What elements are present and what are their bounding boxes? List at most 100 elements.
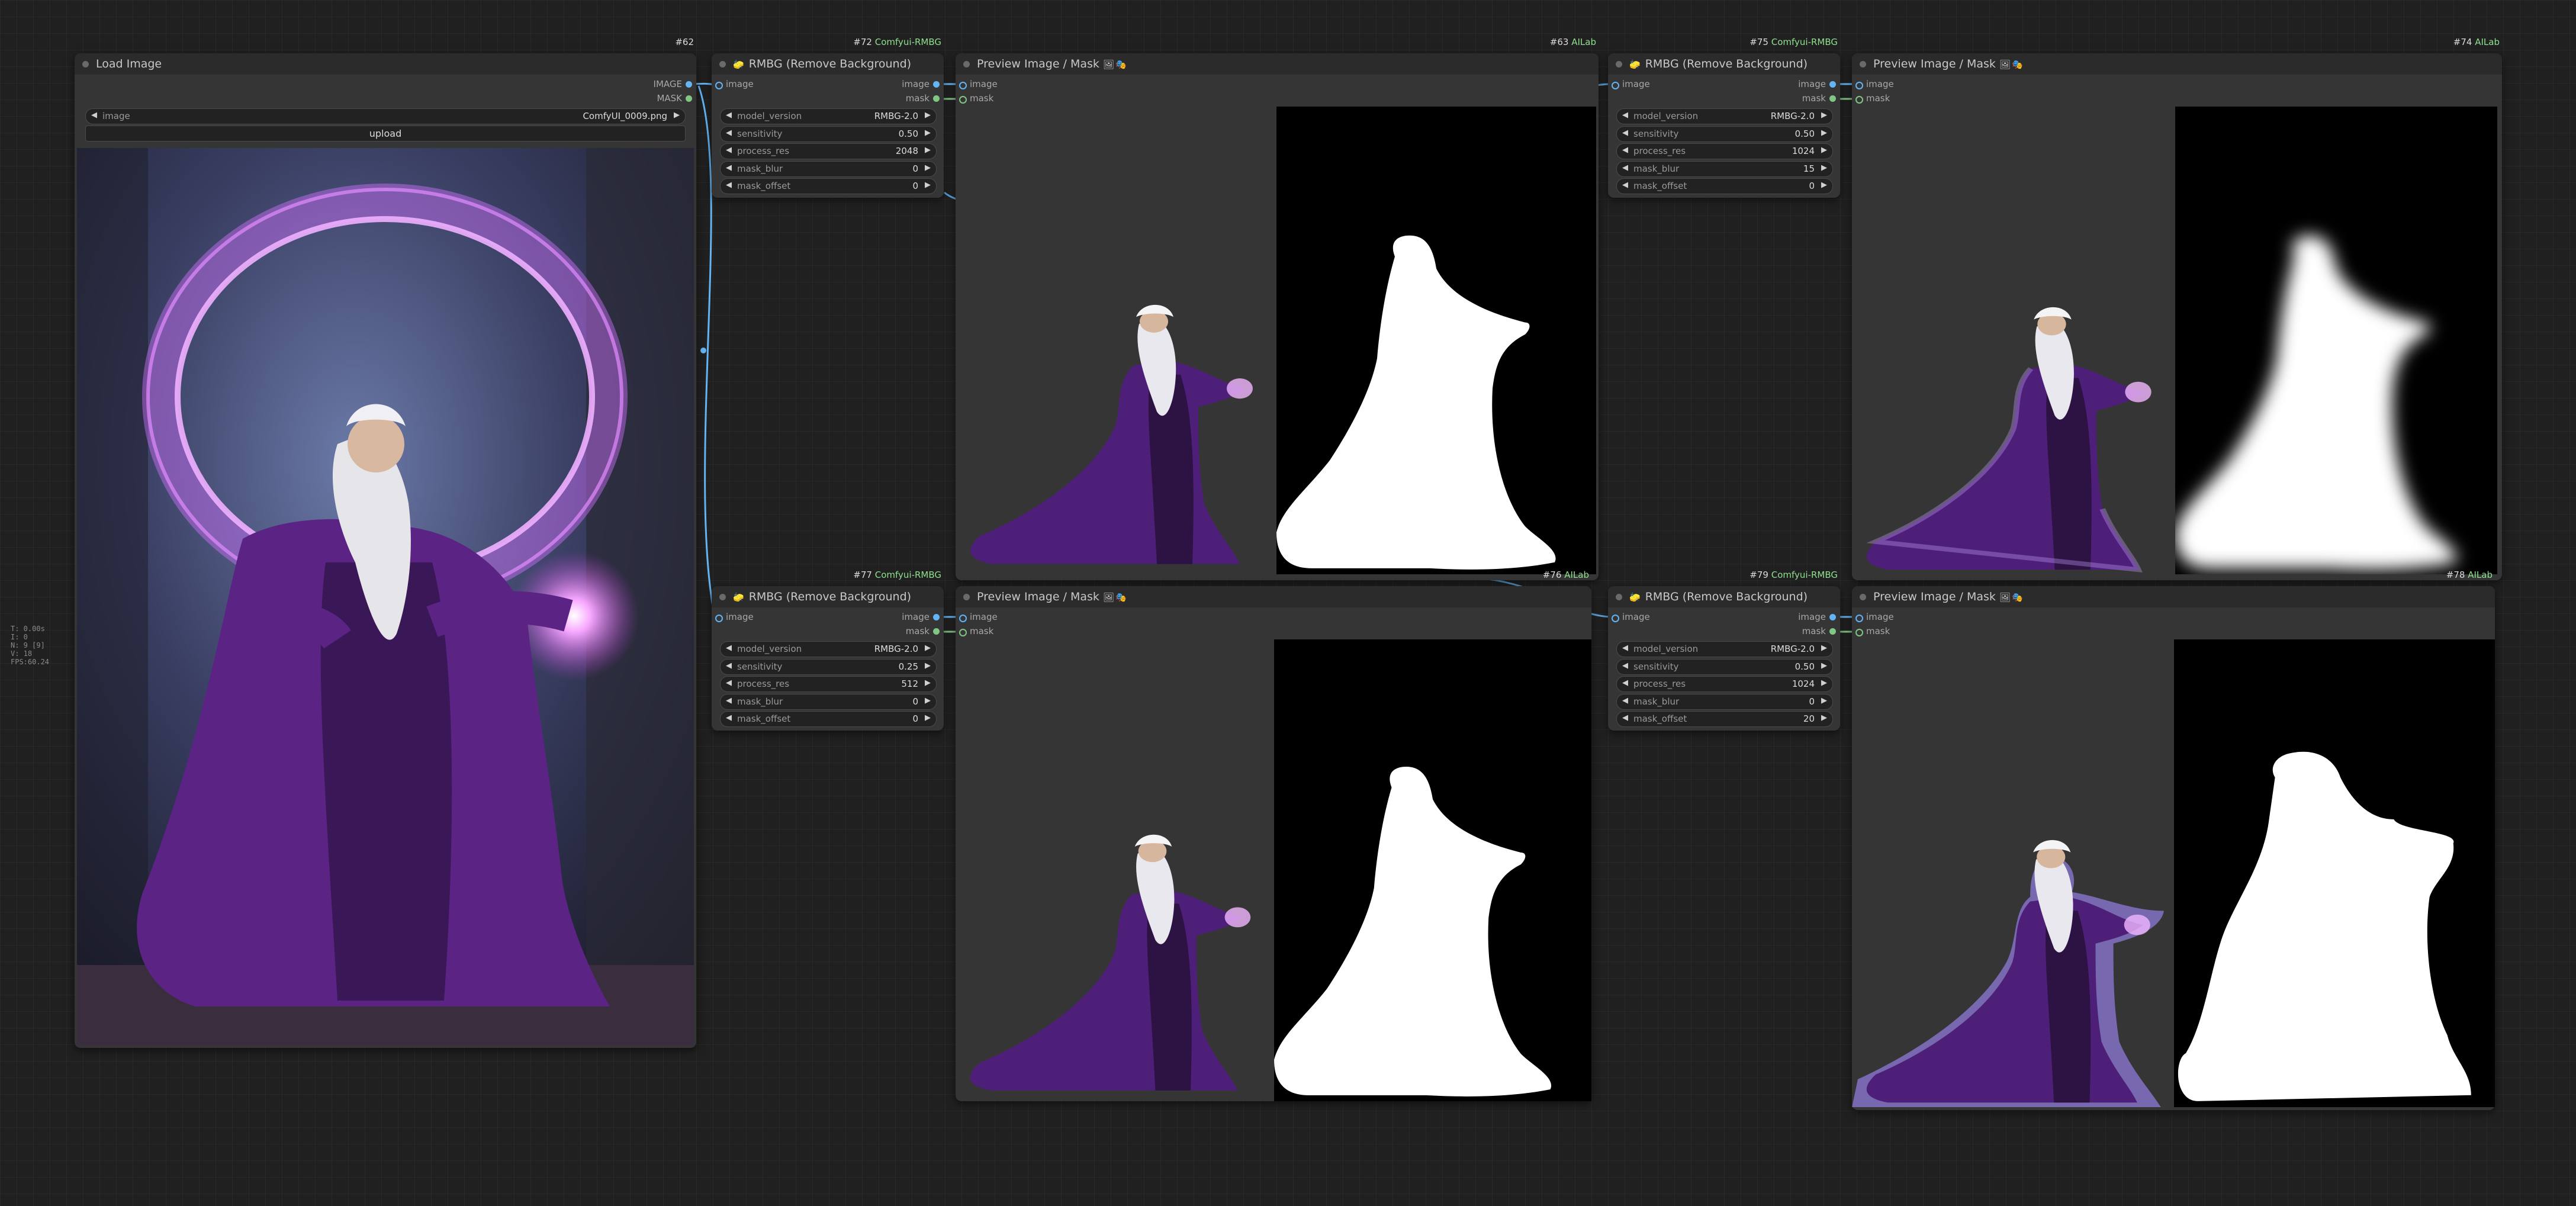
preview-node-78[interactable]: #78 AILab Preview Image / Mask 🖼 🎭 image mask [1852,570,2495,1110]
arrow-right-icon[interactable]: ▶ [925,713,931,722]
arrow-left-icon[interactable]: ◀ [726,661,732,670]
widget-model-version[interactable]: ◀ model_version RMBG-2.0 ▶ [720,641,937,657]
collapse-dot-icon[interactable] [719,61,726,67]
input-slot-image[interactable] [1855,615,1863,622]
collapse-dot-icon[interactable] [1616,594,1622,600]
widget-process-res[interactable]: ◀ process_res 512 ▶ [720,676,937,692]
output-slot-mask[interactable] [933,95,940,102]
input-slot-mask[interactable] [1855,629,1863,636]
preview-node-63[interactable]: #63 AILab Preview Image / Mask 🖼 🎭 image mask [956,37,1599,580]
collapse-dot-icon[interactable] [82,61,89,67]
input-slot-image[interactable] [1612,615,1619,622]
output-slot-mask[interactable] [1829,95,1836,102]
arrow-right-icon[interactable]: ▶ [925,644,931,652]
collapse-dot-icon[interactable] [719,594,726,600]
input-slot-image[interactable] [715,82,723,89]
widget-mask-offset[interactable]: ◀ mask_offset 20 ▶ [1616,711,1833,727]
arrow-right-icon[interactable]: ▶ [1821,128,1827,137]
node-title-bar[interactable]: Preview Image / Mask 🖼 🎭 [1852,586,2495,607]
arrow-left-icon[interactable]: ◀ [91,111,97,120]
output-slot-image[interactable] [1829,614,1836,620]
output-slot-image[interactable] [933,614,940,620]
collapse-dot-icon[interactable] [1860,594,1866,600]
input-slot-image[interactable] [959,615,967,622]
node-title-bar[interactable]: Preview Image / Mask 🖼 🎭 [1852,53,2502,75]
arrow-right-icon[interactable]: ▶ [925,696,931,705]
rmbg-node-77[interactable]: #77 Comfyui-RMBG 🧽 RMBG (Remove Background… [712,570,944,731]
image-combo-widget[interactable]: ◀ image ComfyUI_0009.png ▶ [85,108,686,124]
node-title-bar[interactable]: Load Image [75,53,696,75]
arrow-left-icon[interactable]: ◀ [726,678,732,687]
arrow-right-icon[interactable]: ▶ [1821,163,1827,172]
widget-model-version[interactable]: ◀ model_version RMBG-2.0 ▶ [1616,108,1833,124]
arrow-left-icon[interactable]: ◀ [726,163,732,172]
arrow-right-icon[interactable]: ▶ [1821,111,1827,120]
output-slot-image[interactable] [1829,81,1836,88]
widget-mask-offset[interactable]: ◀ mask_offset 0 ▶ [720,178,937,194]
widget-mask-offset[interactable]: ◀ mask_offset 0 ▶ [1616,178,1833,194]
node-title-bar[interactable]: Preview Image / Mask 🖼 🎭 [956,53,1599,75]
widget-process-res[interactable]: ◀ process_res 2048 ▶ [720,143,937,159]
preview-node-76[interactable]: #76 AILab Preview Image / Mask 🖼 🎭 image mask [956,570,1591,1101]
arrow-left-icon[interactable]: ◀ [1622,696,1628,705]
preview-node-74[interactable]: #74 AILab Preview Image / Mask 🖼 🎭 image mask [1852,37,2502,580]
node-title-bar[interactable]: Preview Image / Mask 🖼 🎭 [956,586,1591,607]
arrow-left-icon[interactable]: ◀ [1622,713,1628,722]
widget-process-res[interactable]: ◀ process_res 1024 ▶ [1616,676,1833,692]
input-slot-mask[interactable] [959,96,967,104]
input-slot-image[interactable] [715,615,723,622]
collapse-dot-icon[interactable] [1860,61,1866,67]
arrow-right-icon[interactable]: ▶ [1821,181,1827,189]
output-slot-mask[interactable] [1829,628,1836,635]
arrow-left-icon[interactable]: ◀ [726,111,732,120]
widget-mask-blur[interactable]: ◀ mask_blur 0 ▶ [720,693,937,710]
arrow-right-icon[interactable]: ▶ [674,111,680,120]
arrow-right-icon[interactable]: ▶ [925,146,931,155]
arrow-right-icon[interactable]: ▶ [925,181,931,189]
collapse-dot-icon[interactable] [963,594,970,600]
output-slot-mask[interactable] [686,95,692,102]
upload-button[interactable]: upload [85,126,686,141]
rmbg-node-75[interactable]: #75 Comfyui-RMBG 🧽 RMBG (Remove Background… [1608,37,1840,198]
arrow-left-icon[interactable]: ◀ [1622,181,1628,189]
input-slot-mask[interactable] [1855,96,1863,104]
widget-sensitivity[interactable]: ◀ sensitivity 0.50 ▶ [720,126,937,142]
output-slot-mask[interactable] [933,628,940,635]
arrow-left-icon[interactable]: ◀ [726,128,732,137]
rmbg-node-79[interactable]: #79 Comfyui-RMBG 🧽 RMBG (Remove Background… [1608,570,1840,731]
arrow-left-icon[interactable]: ◀ [1622,678,1628,687]
arrow-right-icon[interactable]: ▶ [1821,678,1827,687]
widget-sensitivity[interactable]: ◀ sensitivity 0.25 ▶ [720,658,937,675]
widget-sensitivity[interactable]: ◀ sensitivity 0.50 ▶ [1616,126,1833,142]
node-title-bar[interactable]: 🧽 RMBG (Remove Background) [712,53,944,75]
arrow-right-icon[interactable]: ▶ [925,678,931,687]
widget-mask-blur[interactable]: ◀ mask_blur 15 ▶ [1616,160,1833,177]
widget-model-version[interactable]: ◀ model_version RMBG-2.0 ▶ [1616,641,1833,657]
arrow-left-icon[interactable]: ◀ [726,644,732,652]
arrow-right-icon[interactable]: ▶ [925,163,931,172]
arrow-left-icon[interactable]: ◀ [1622,146,1628,155]
node-title-bar[interactable]: 🧽 RMBG (Remove Background) [712,586,944,607]
input-slot-image[interactable] [959,82,967,89]
arrow-left-icon[interactable]: ◀ [726,713,732,722]
collapse-dot-icon[interactable] [963,61,970,67]
arrow-right-icon[interactable]: ▶ [1821,713,1827,722]
node-title-bar[interactable]: 🧽 RMBG (Remove Background) [1608,53,1840,75]
widget-process-res[interactable]: ◀ process_res 1024 ▶ [1616,143,1833,159]
input-slot-image[interactable] [1855,82,1863,89]
rmbg-node-72[interactable]: #72 Comfyui-RMBG 🧽 RMBG (Remove Background… [712,37,944,198]
node-title-bar[interactable]: 🧽 RMBG (Remove Background) [1608,586,1840,607]
collapse-dot-icon[interactable] [1616,61,1622,67]
arrow-right-icon[interactable]: ▶ [925,111,931,120]
widget-mask-offset[interactable]: ◀ mask_offset 0 ▶ [720,711,937,727]
widget-model-version[interactable]: ◀ model_version RMBG-2.0 ▶ [720,108,937,124]
arrow-right-icon[interactable]: ▶ [925,661,931,670]
input-slot-image[interactable] [1612,82,1619,89]
output-slot-image[interactable] [933,81,940,88]
arrow-left-icon[interactable]: ◀ [1622,163,1628,172]
input-slot-mask[interactable] [959,629,967,636]
arrow-right-icon[interactable]: ▶ [1821,696,1827,705]
load-image-node[interactable]: #62 Load Image IMAGE MASK ◀ image ComfyU… [75,37,696,1048]
arrow-left-icon[interactable]: ◀ [1622,111,1628,120]
arrow-left-icon[interactable]: ◀ [726,181,732,189]
